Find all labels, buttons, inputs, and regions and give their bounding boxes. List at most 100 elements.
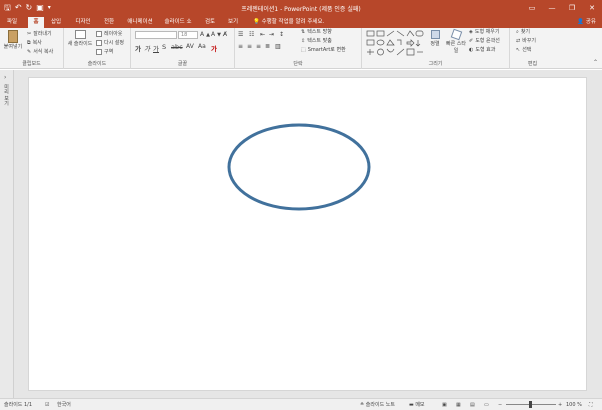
spellcheck-icon[interactable]: ☑ (45, 401, 49, 409)
collapse-ribbon-icon[interactable]: ⌃ (593, 59, 598, 66)
normal-view-icon[interactable]: ▣ (442, 401, 447, 409)
slide-canvas[interactable] (28, 77, 587, 391)
decrease-indent-icon[interactable]: ⇤ (260, 31, 265, 38)
increase-indent-icon[interactable]: ⇥ (269, 31, 274, 38)
select-label: 선택 (522, 47, 532, 53)
find-button[interactable]: ⌕ 찾기 (516, 28, 530, 36)
decrease-font-icon[interactable]: A ▼ (211, 31, 221, 38)
new-slide-label: 새 슬라이드 (67, 41, 93, 47)
char-spacing-icon[interactable]: AV (186, 43, 194, 50)
italic-icon[interactable]: 가 (144, 43, 150, 53)
shadow-icon[interactable]: S (162, 43, 166, 51)
slide-editing-area (14, 70, 602, 398)
ribbon-display-options-icon[interactable]: ▭ (522, 0, 542, 16)
smartart-button[interactable]: ⬚ SmartArt로 변환 (301, 46, 346, 54)
ellipse-shape[interactable] (227, 123, 371, 211)
paste-button[interactable]: 붙여넣기 (2, 30, 24, 50)
align-center-icon[interactable]: ≡ (247, 43, 252, 50)
tab-animations[interactable]: 애니메이션 (124, 17, 156, 28)
tab-slideshow[interactable]: 슬라이드 쇼 (162, 17, 194, 28)
fit-slide-icon[interactable]: ⛶ (589, 401, 593, 409)
font-color-icon[interactable]: 가 (211, 43, 217, 53)
slide-shapes-layer (227, 123, 371, 211)
font-name-box[interactable] (135, 31, 177, 39)
window-title: 프레젠테이션1 - PowerPoint (제품 인증 실패) (241, 6, 361, 13)
tab-review[interactable]: 검토 (201, 17, 219, 28)
shape-fill-button[interactable]: ◈ 도형 채우기 (469, 28, 500, 36)
justify-icon[interactable]: ≣ (265, 43, 270, 50)
notes-button[interactable]: ≙ 슬라이드 노트 (360, 401, 395, 409)
layout-button[interactable]: 레이아웃 (96, 30, 122, 37)
quick-styles-button[interactable]: 빠른 스타일 (445, 28, 467, 54)
language-indicator[interactable]: 한국어 (57, 401, 71, 409)
tab-insert[interactable]: 삽입 (47, 17, 65, 28)
slide-sorter-icon[interactable]: ▦ (456, 401, 461, 409)
tab-view[interactable]: 보기 (225, 17, 241, 28)
tab-transitions[interactable]: 전환 (100, 17, 118, 28)
align-text-icon: ⇳ (301, 37, 306, 44)
align-text-button[interactable]: ⇳ 텍스트 맞춤 (301, 37, 332, 45)
zoom-in-icon[interactable]: + (558, 401, 562, 409)
tell-me-box[interactable]: 💡 수행할 작업을 알려 주세요. (253, 17, 324, 28)
paint-bucket-icon: ◈ (469, 28, 473, 35)
section-button[interactable]: 구역 (96, 48, 113, 55)
pen-icon: ✐ (469, 37, 474, 44)
copy-button[interactable]: ⧉ 복사 (27, 39, 42, 47)
thumbnail-pane-label[interactable]: 미리 보기 (3, 84, 10, 106)
zoom-slider[interactable] (506, 401, 556, 408)
arrange-label: 정렬 (430, 41, 440, 47)
zoom-level[interactable]: 100 % (566, 401, 582, 409)
shape-effects-button[interactable]: ◐ 도형 효과 (469, 46, 495, 54)
cursor-icon: ↖ (516, 46, 521, 53)
group-label-clipboard: 클립보드 (22, 61, 41, 67)
share-button[interactable]: 👤 공유 (577, 17, 596, 28)
replace-button[interactable]: ⇄ 바꾸기 (516, 37, 536, 45)
arrange-button[interactable]: 정렬 (427, 30, 443, 47)
group-paragraph: ☰ ☷ ⇤ ⇥ ↕ ≡ ≡ ≡ ≣ ▥ ⇅ 텍스트 방향 ⇳ 텍스트 맞춤 ⬚ Sma… (235, 28, 362, 69)
strikethrough-icon[interactable]: abc (171, 43, 183, 51)
zoom-slider-thumb[interactable] (529, 401, 532, 408)
reset-button[interactable]: 다시 설정 (96, 39, 124, 46)
smartart-label: SmartArt로 변환 (307, 47, 346, 53)
increase-font-icon[interactable]: A ▲ (200, 31, 210, 38)
comments-button[interactable]: ▬ 메모 (409, 401, 425, 409)
group-label-slides: 슬라이드 (87, 61, 107, 67)
numbering-icon[interactable]: ☷ (249, 31, 254, 38)
expand-pane-icon[interactable]: › (4, 74, 6, 81)
select-button[interactable]: ↖ 선택 (516, 46, 532, 54)
copy-icon: ⧉ (27, 39, 31, 46)
bullets-icon[interactable]: ☰ (238, 31, 243, 38)
ribbon: 붙여넣기 ✂ 잘라내기 ⧉ 복사 ✎ 서식 복사 클립보드 새 슬라이드 레이아웃 다… (0, 28, 602, 69)
zoom-out-icon[interactable]: − (498, 401, 502, 409)
underline-icon[interactable]: 가 (153, 43, 159, 53)
status-bar: 슬라이드 1/1 ☑ 한국어 ≙ 슬라이드 노트 ▬ 메모 ▣ ▦ ▤ ▭ − … (0, 398, 602, 410)
columns-icon[interactable]: ▥ (275, 43, 281, 50)
line-spacing-icon[interactable]: ↕ (279, 31, 284, 38)
lightbulb-icon: 💡 (253, 19, 260, 25)
new-slide-button[interactable]: 새 슬라이드 (66, 30, 94, 47)
reading-view-icon[interactable]: ▤ (470, 401, 475, 409)
tab-design[interactable]: 디자인 (72, 17, 94, 28)
restore-icon[interactable]: ❐ (562, 0, 582, 16)
clear-formatting-icon[interactable]: A̸ (223, 31, 227, 38)
bold-icon[interactable]: 가 (135, 43, 141, 53)
quick-styles-icon (450, 28, 462, 41)
minimize-icon[interactable]: — (542, 0, 562, 16)
text-direction-button[interactable]: ⇅ 텍스트 방향 (301, 28, 332, 36)
align-left-icon[interactable]: ≡ (238, 43, 243, 50)
close-icon[interactable]: ✕ (582, 0, 602, 16)
shape-fill-label: 도형 채우기 (474, 29, 500, 35)
paste-label: 붙여넣기 (3, 44, 23, 50)
shape-outline-button[interactable]: ✐ 도형 윤곽선 (469, 37, 500, 45)
format-painter-button[interactable]: ✎ 서식 복사 (27, 48, 53, 56)
new-slide-icon (74, 30, 86, 39)
cut-button[interactable]: ✂ 잘라내기 (27, 30, 52, 38)
font-size-box[interactable]: 18 (178, 31, 198, 39)
tab-file[interactable]: 파일 (4, 17, 20, 28)
shapes-gallery[interactable] (366, 30, 424, 57)
slide-counter: 슬라이드 1/1 (4, 402, 33, 408)
tab-home[interactable]: 홈 (28, 17, 44, 28)
slideshow-view-icon[interactable]: ▭ (484, 401, 489, 409)
change-case-icon[interactable]: Aa (198, 43, 206, 50)
align-right-icon[interactable]: ≡ (256, 43, 261, 50)
